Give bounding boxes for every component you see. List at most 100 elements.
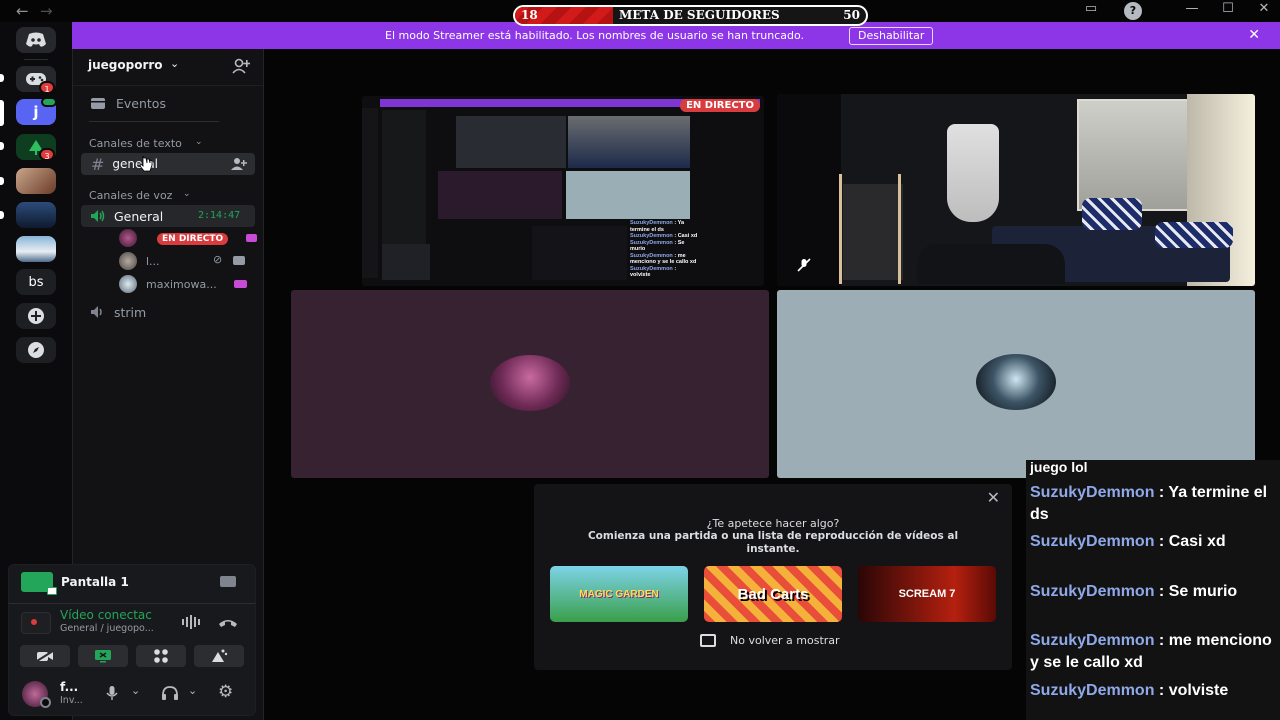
text-channels-category[interactable]: Canales de texto — [89, 137, 182, 150]
activities-button[interactable] — [136, 645, 186, 667]
muted-mic-icon: ⊘ — [213, 253, 223, 266]
hashtag-icon: # — [91, 154, 105, 174]
server-icon-4[interactable] — [16, 168, 56, 194]
toggle-camera-button[interactable] — [20, 645, 70, 667]
server-icon-6[interactable] — [16, 236, 56, 262]
avatar — [119, 229, 137, 247]
channel-general-voice[interactable]: General 2:14:47 — [81, 205, 255, 227]
activity-suggestion-panel: ✕ ¿Te apetece hacer algo? Comienza una p… — [534, 484, 1012, 670]
voice-user-1[interactable] — [119, 229, 146, 247]
chat-message: SuzukyDemmon : Se murio — [1030, 583, 1238, 600]
events-label: Eventos — [116, 95, 166, 111]
chevron-down-icon[interactable]: ⌄ — [131, 684, 140, 697]
back-arrow-icon[interactable]: ← — [16, 2, 29, 20]
status-icon — [40, 697, 51, 708]
server-icon-5[interactable] — [16, 202, 56, 228]
minimize-icon[interactable]: — — [1182, 1, 1202, 16]
muted-mic-icon — [797, 258, 811, 272]
microphone-icon[interactable] — [106, 685, 118, 701]
hanging-bag — [947, 124, 999, 222]
stream-chat-overlay: juego lol SuzukyDemmon : Ya termine el d… — [1026, 460, 1280, 720]
chevron-down-icon[interactable]: ⌄ — [183, 189, 191, 199]
calendar-icon — [91, 98, 105, 109]
stream-tile-preview[interactable]: EN DIRECTO SuzukyDemmon : Ya termine el … — [362, 96, 764, 286]
notification-dot — [41, 97, 57, 107]
voice-status[interactable]: Vídeo conectac — [60, 608, 168, 622]
discover-button[interactable] — [16, 337, 56, 363]
voice-channel-name: strim — [114, 304, 147, 320]
avatar — [976, 354, 1056, 410]
add-server-button[interactable] — [16, 303, 56, 329]
forward-arrow-icon[interactable]: → — [40, 2, 53, 20]
maximize-icon[interactable]: ☐ — [1218, 1, 1238, 16]
channel-general-text[interactable]: # general — [81, 153, 255, 175]
game-card-scream[interactable]: SCREAM 7 — [858, 566, 996, 622]
inbox-icon[interactable]: ▭ — [1081, 1, 1101, 16]
noise-suppression-icon[interactable] — [181, 615, 201, 629]
soundboard-button[interactable] — [194, 645, 244, 667]
add-member-icon[interactable] — [231, 157, 247, 171]
activity-title: ¿Te apetece hacer algo? — [706, 517, 840, 530]
plus-icon — [28, 308, 44, 324]
events-item[interactable]: Eventos — [81, 92, 255, 114]
screen-share-icon — [21, 572, 57, 595]
headphones-icon[interactable] — [161, 685, 179, 701]
camera-icon — [233, 256, 245, 265]
chat-partial-line: juego lol — [1030, 460, 1088, 475]
server-icon-bs[interactable]: bs — [16, 269, 56, 295]
goal-start: 18 — [521, 8, 538, 22]
chevron-down-icon[interactable]: ⌄ — [170, 57, 179, 70]
activities-icon — [154, 649, 168, 663]
voice-user-3[interactable]: maximowa... — [119, 275, 217, 293]
stop-stream-icon[interactable] — [220, 576, 236, 587]
dont-show-label[interactable]: No volver a mostrar — [730, 634, 840, 647]
voice-user-2[interactable]: l... — [119, 252, 160, 270]
server-name[interactable]: juegoporro — [88, 58, 163, 72]
window — [1077, 99, 1189, 211]
live-badge: EN DIRECTO — [680, 99, 760, 112]
discord-window: ← → ▭ ? — ☐ ✕ 18 META DE SEGUIDORES 50 E… — [0, 0, 1280, 720]
game-card-magic-garden[interactable]: MAGIC GARDEN — [550, 566, 688, 622]
screen-share-button[interactable] — [78, 645, 128, 667]
voice-channel-name: General — [114, 208, 164, 224]
screen-label: Pantalla 1 — [61, 575, 129, 589]
chat-message: SuzukyDemmon : Casi xd — [1030, 533, 1226, 550]
shelf — [839, 174, 901, 284]
disconnect-icon[interactable] — [218, 616, 238, 628]
settings-gear-icon[interactable]: ⚙ — [218, 682, 233, 702]
connection-icon[interactable] — [21, 612, 51, 634]
avatar — [119, 252, 137, 270]
chevron-down-icon[interactable]: ⌄ — [188, 684, 197, 697]
voice-location[interactable]: General / juegopo... — [60, 623, 154, 634]
disable-streamer-button[interactable]: Deshabilitar — [849, 27, 934, 45]
activity-icon — [246, 234, 257, 242]
pillow — [1082, 198, 1142, 230]
invite-people-icon[interactable] — [232, 58, 250, 74]
voice-channels-category[interactable]: Canales de voz — [89, 189, 172, 202]
participant-tile-1[interactable] — [291, 290, 769, 478]
goal-title: META DE SEGUIDORES — [619, 8, 780, 22]
screen-share-active-icon — [95, 650, 111, 663]
close-banner-icon[interactable]: ✕ — [1248, 27, 1260, 43]
discord-logo-icon — [26, 32, 46, 47]
chat-message: SuzukyDemmon : volviste — [1030, 682, 1229, 699]
avatar — [490, 355, 570, 411]
direct-messages-button[interactable] — [16, 27, 56, 53]
activity-icon — [234, 280, 247, 288]
game-card-bad-carts[interactable]: Bad Carts — [704, 566, 842, 622]
help-icon[interactable]: ? — [1124, 2, 1142, 20]
activity-subtitle: Comienza una partida o una lista de repr… — [587, 530, 959, 555]
user-status-text: Inv... — [60, 695, 83, 706]
dont-show-checkbox[interactable] — [700, 634, 716, 647]
channel-strim-voice[interactable]: strim — [81, 301, 255, 323]
mention-badge: 1 — [39, 81, 55, 94]
chevron-down-icon[interactable]: ⌄ — [195, 137, 203, 147]
close-icon[interactable]: ✕ — [987, 488, 1000, 507]
username[interactable]: f... — [60, 680, 78, 694]
camera-tile[interactable] — [777, 94, 1255, 286]
compass-icon — [28, 342, 44, 358]
close-window-icon[interactable]: ✕ — [1254, 1, 1274, 16]
participant-tile-2[interactable] — [777, 290, 1255, 478]
mention-badge: 3 — [39, 148, 55, 161]
soundboard-icon — [212, 649, 228, 662]
